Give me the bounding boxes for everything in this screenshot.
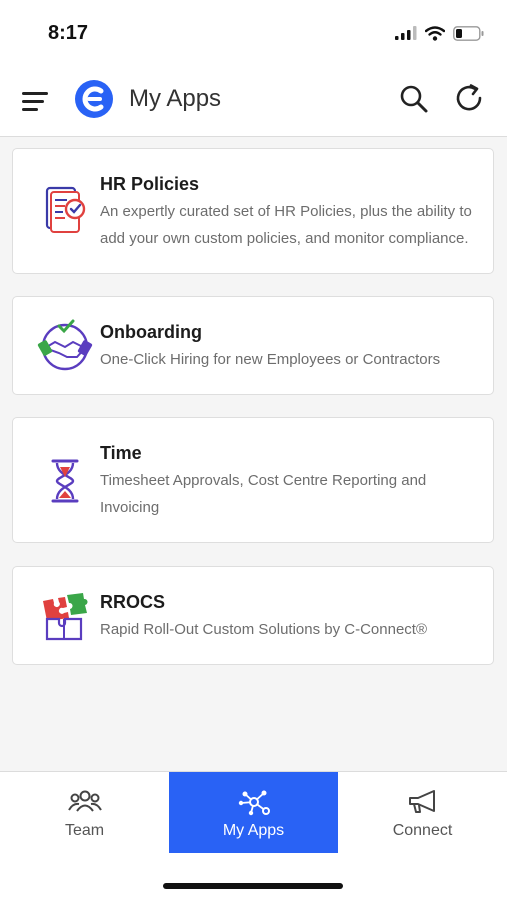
app-card-hr-policies[interactable]: HR Policies An expertly curated set of H… [12,148,494,274]
hourglass-icon [51,459,79,503]
megaphone-icon [408,790,435,813]
tab-my-apps[interactable]: My Apps [169,772,338,854]
team-icon [67,790,102,812]
search-icon [400,85,428,113]
app-title: HR Policies [100,174,200,194]
app-title: Onboarding [100,322,202,342]
app-card-rrocs[interactable]: RROCS Rapid Roll-Out Custom Solutions by… [12,566,494,665]
app-card-onboarding[interactable]: Onboarding One-Click Hiring for new Empl… [12,296,494,395]
menu-button[interactable] [22,88,50,114]
home-indicator-area [0,853,507,900]
hr-policies-icon [45,186,86,233]
refresh-icon [456,84,482,111]
menu-icon [22,92,48,111]
status-time: 8:17 [48,22,89,44]
page-title: My Apps [129,85,222,112]
app-title: Time [100,443,142,463]
puzzle-icon [43,593,88,641]
tab-label: My Apps [222,822,285,839]
app-description: An expertly curated set of HR Policies, … [100,203,472,247]
status-bar: 8:17 [0,0,507,66]
app-title: RROCS [100,592,166,612]
wifi-icon [425,25,445,41]
onboarding-handshake-icon [37,319,93,371]
app-description: One-Click Hiring for new Employees or Co… [100,351,441,368]
app-description: Rapid Roll-Out Custom Solutions by C-Con… [100,621,428,638]
apps-list: HR Policies An expertly curated set of H… [0,137,507,771]
refresh-button[interactable] [454,83,486,115]
tab-team[interactable]: Team [0,772,169,854]
tab-connect[interactable]: Connect [338,772,507,854]
c-connect-logo [75,80,113,118]
bottom-tab-bar: Team My Apps Connect [0,771,507,854]
tab-label: Connect [392,822,453,839]
app-header: My Apps [0,66,507,137]
app-card-time[interactable]: Time Timesheet Approvals, Cost Centre Re… [12,417,494,543]
tab-label: Team [64,822,105,839]
signal-icon [395,26,417,40]
network-icon [238,790,270,816]
battery-icon [453,25,484,41]
status-icons [395,22,485,44]
app-description: Timesheet Approvals, Cost Centre Reporti… [100,472,427,516]
search-button[interactable] [398,83,430,115]
home-indicator[interactable] [163,883,343,889]
